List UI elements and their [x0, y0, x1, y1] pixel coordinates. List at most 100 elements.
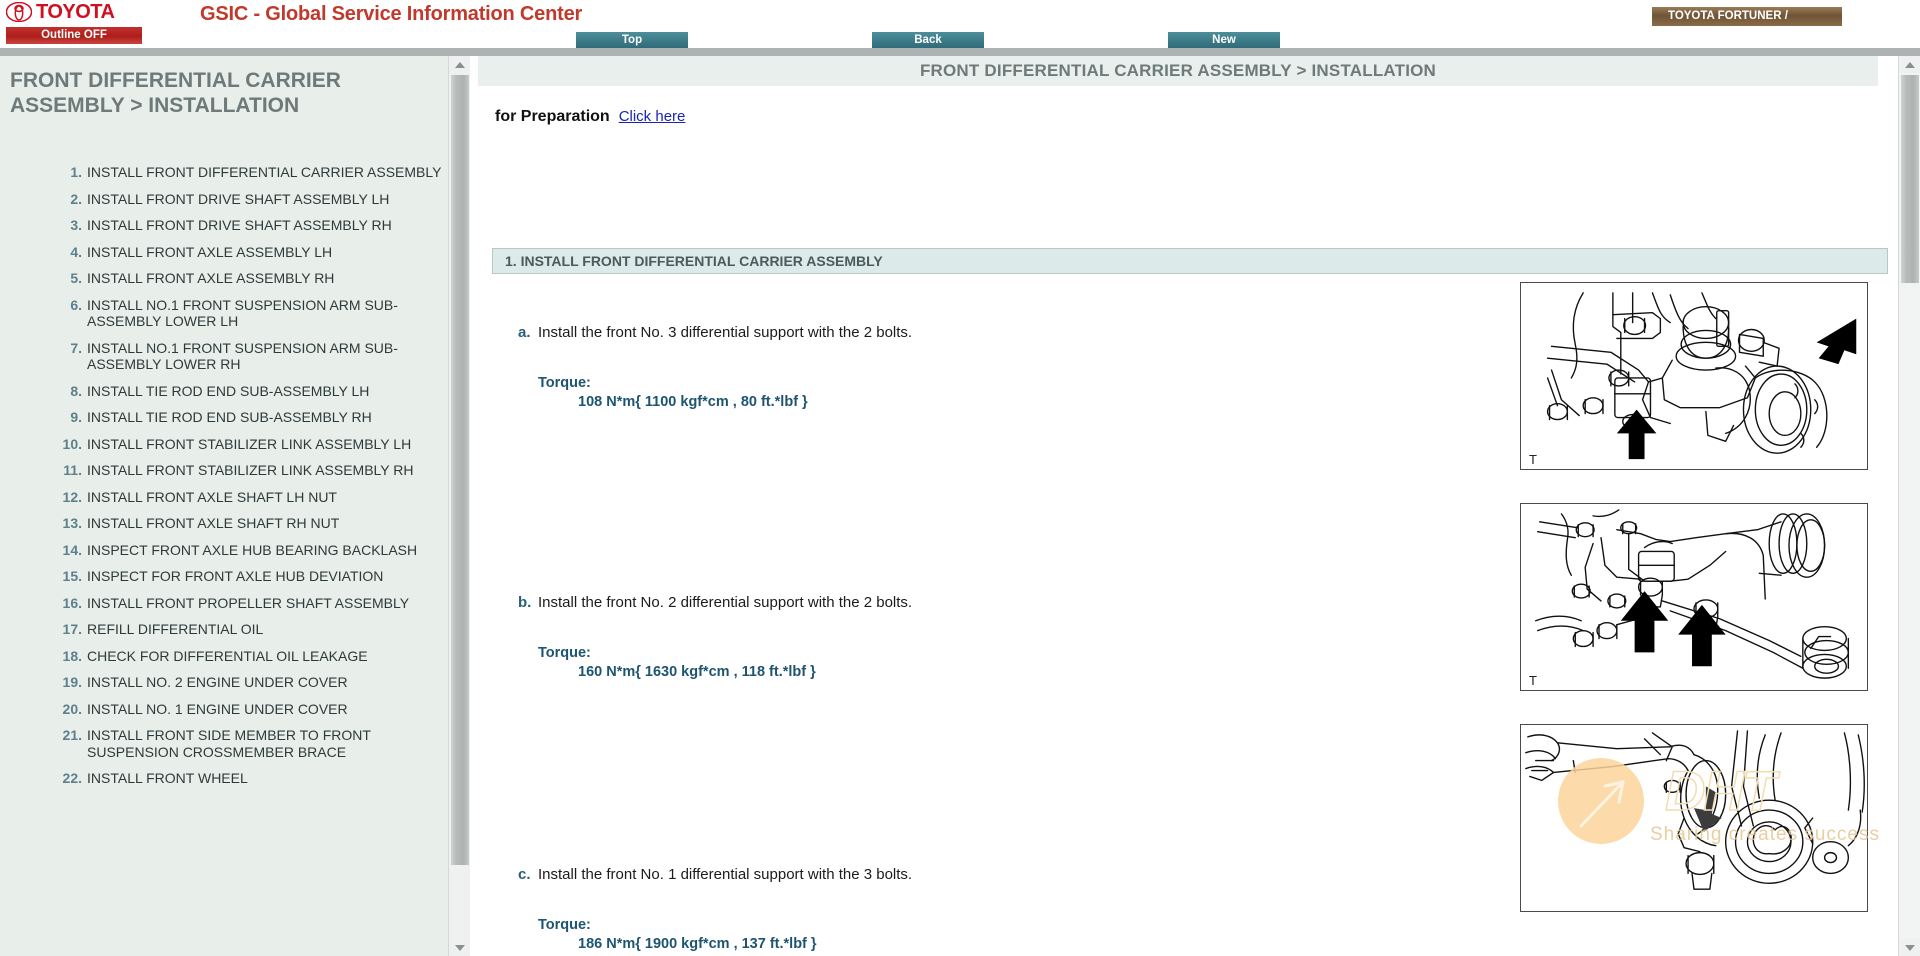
toyota-logo-icon: [6, 2, 32, 22]
sidebar-toc-list: 1. INSTALL FRONT DIFFERENTIAL CARRIER ASS…: [0, 164, 460, 797]
sidebar: FRONT DIFFERENTIAL CARRIER ASSEMBLY > IN…: [0, 56, 470, 956]
sidebar-scroll-up-icon[interactable]: [449, 56, 471, 73]
figure-tag: T: [1529, 452, 1537, 467]
nav-top-button[interactable]: Top: [576, 32, 688, 48]
sidebar-item-2[interactable]: 2. INSTALL FRONT DRIVE SHAFT ASSEMBLY LH: [0, 191, 460, 208]
sidebar-item-number: 20.: [62, 700, 82, 717]
sidebar-item-1[interactable]: 1. INSTALL FRONT DIFFERENTIAL CARRIER ASS…: [0, 164, 460, 181]
figure-differential-support-no2: T: [1520, 503, 1868, 691]
figure-differential-support-no1: [1520, 724, 1868, 912]
sidebar-item-label[interactable]: INSTALL TIE ROD END SUB-ASSEMBLY LH: [87, 383, 369, 400]
sidebar-item-22[interactable]: 22. INSTALL FRONT WHEEL: [0, 770, 460, 787]
sidebar-item-18[interactable]: 18. CHECK FOR DIFFERENTIAL OIL LEAKAGE: [0, 648, 460, 665]
sidebar-item-label[interactable]: INSTALL FRONT STABILIZER LINK ASSEMBLY R…: [87, 462, 414, 479]
sidebar-item-label[interactable]: INSTALL FRONT DIFFERENTIAL CARRIER ASSEM…: [87, 164, 441, 181]
torque-value: 186 N*m{ 1900 kgf*cm , 137 ft.*lbf }: [578, 936, 817, 952]
top-bar: TOYOTA Outline OFF GSIC - Global Service…: [0, 0, 1920, 48]
main-content: FRONT DIFFERENTIAL CARRIER ASSEMBLY > IN…: [470, 56, 1920, 956]
sidebar-item-label[interactable]: CHECK FOR DIFFERENTIAL OIL LEAKAGE: [87, 648, 368, 665]
header-divider: [0, 48, 1920, 56]
sidebar-item-number: 1.: [70, 164, 82, 180]
sidebar-item-label[interactable]: INSTALL NO. 2 ENGINE UNDER COVER: [87, 674, 348, 691]
step-letter: a.: [518, 324, 531, 341]
sidebar-item-label[interactable]: INSPECT FRONT AXLE HUB BEARING BACKLASH: [87, 542, 417, 559]
sidebar-scrollbar[interactable]: [448, 56, 471, 956]
sidebar-item-4[interactable]: 4. INSTALL FRONT AXLE ASSEMBLY LH: [0, 244, 460, 261]
sidebar-item-number: 18.: [62, 647, 82, 664]
sidebar-item-15[interactable]: 15. INSPECT FOR FRONT AXLE HUB DEVIATION: [0, 568, 460, 585]
sidebar-item-13[interactable]: 13. INSTALL FRONT AXLE SHAFT RH NUT: [0, 515, 460, 532]
sidebar-item-label[interactable]: INSTALL FRONT AXLE SHAFT LH NUT: [87, 489, 337, 506]
sidebar-item-number: 13.: [62, 515, 82, 531]
sidebar-item-14[interactable]: 14. INSPECT FRONT AXLE HUB BEARING BACKLA…: [0, 542, 460, 559]
step-letter: c.: [518, 866, 531, 883]
sidebar-item-20[interactable]: 20. INSTALL NO. 1 ENGINE UNDER COVER: [0, 701, 460, 718]
sidebar-item-number: 8.: [70, 382, 82, 399]
main-scroll-down-icon[interactable]: [1899, 939, 1920, 956]
sidebar-item-5[interactable]: 5. INSTALL FRONT AXLE ASSEMBLY RH: [0, 270, 460, 287]
sidebar-item-number: 4.: [70, 243, 82, 260]
page-title: FRONT DIFFERENTIAL CARRIER ASSEMBLY > IN…: [478, 56, 1878, 86]
sidebar-item-7[interactable]: 7. INSTALL NO.1 FRONT SUSPENSION ARM SUB-…: [0, 340, 460, 373]
sidebar-item-17[interactable]: 17. REFILL DIFFERENTIAL OIL: [0, 621, 460, 638]
outline-toggle-button[interactable]: Outline OFF: [6, 27, 142, 44]
torque-value: 160 N*m{ 1630 kgf*cm , 118 ft.*lbf }: [578, 664, 816, 680]
sidebar-item-label[interactable]: INSTALL TIE ROD END SUB-ASSEMBLY RH: [87, 409, 372, 426]
technical-diagram-1: [1546, 292, 1857, 460]
sidebar-item-label[interactable]: REFILL DIFFERENTIAL OIL: [87, 621, 263, 638]
main-scroll-up-icon[interactable]: [1899, 56, 1920, 73]
nav-new-button[interactable]: New: [1168, 32, 1280, 48]
sidebar-item-label[interactable]: INSTALL FRONT STABILIZER LINK ASSEMBLY L…: [87, 436, 411, 453]
figure-tag: T: [1529, 673, 1537, 688]
step-text: Install the front No. 3 differential sup…: [538, 324, 913, 341]
sidebar-item-label[interactable]: INSTALL FRONT DRIVE SHAFT ASSEMBLY RH: [87, 217, 392, 234]
sidebar-item-16[interactable]: 16. INSTALL FRONT PROPELLER SHAFT ASSEMBL…: [0, 595, 460, 612]
sidebar-item-10[interactable]: 10. INSTALL FRONT STABILIZER LINK ASSEMBL…: [0, 436, 460, 453]
sidebar-item-12[interactable]: 12. INSTALL FRONT AXLE SHAFT LH NUT: [0, 489, 460, 506]
sidebar-item-number: 11.: [63, 462, 82, 478]
preparation-label: for Preparation: [495, 108, 610, 125]
sidebar-item-number: 9.: [70, 409, 82, 425]
sidebar-item-label[interactable]: INSTALL NO.1 FRONT SUSPENSION ARM SUB-AS…: [87, 340, 450, 373]
sidebar-item-label[interactable]: INSTALL FRONT PROPELLER SHAFT ASSEMBLY: [87, 595, 409, 612]
torque-label: Torque:: [538, 917, 591, 933]
sidebar-item-number: 7.: [70, 339, 82, 356]
sidebar-item-6[interactable]: 6. INSTALL NO.1 FRONT SUSPENSION ARM SUB-…: [0, 297, 460, 330]
sidebar-item-8[interactable]: 8. INSTALL TIE ROD END SUB-ASSEMBLY LH: [0, 383, 460, 400]
torque-value: 108 N*m{ 1100 kgf*cm , 80 ft.*lbf }: [578, 394, 808, 410]
main-scroll-thumb[interactable]: [1901, 75, 1919, 283]
sidebar-item-number: 15.: [62, 568, 82, 584]
sidebar-item-11[interactable]: 11. INSTALL FRONT STABILIZER LINK ASSEMBL…: [0, 462, 460, 479]
sidebar-item-label[interactable]: INSTALL NO. 1 ENGINE UNDER COVER: [87, 701, 348, 718]
step-letter: b.: [518, 594, 532, 611]
figure-differential-support-no3: T: [1520, 282, 1868, 470]
sidebar-item-label[interactable]: INSPECT FOR FRONT AXLE HUB DEVIATION: [87, 568, 383, 585]
vehicle-badge[interactable]: TOYOTA FORTUNER /: [1652, 7, 1842, 26]
sidebar-item-number: 17.: [62, 621, 82, 637]
nav-back-button[interactable]: Back: [872, 32, 984, 48]
brand-logo: TOYOTA: [6, 1, 115, 23]
sidebar-item-19[interactable]: 19. INSTALL NO. 2 ENGINE UNDER COVER: [0, 674, 460, 691]
preparation-link[interactable]: Click here: [619, 108, 686, 125]
sidebar-item-9[interactable]: 9. INSTALL TIE ROD END SUB-ASSEMBLY RH: [0, 409, 460, 426]
sidebar-item-number: 5.: [70, 270, 82, 286]
app-title: GSIC - Global Service Information Center: [200, 3, 583, 25]
sidebar-item-label[interactable]: INSTALL FRONT AXLE ASSEMBLY RH: [87, 270, 334, 287]
sidebar-item-label[interactable]: INSTALL FRONT DRIVE SHAFT ASSEMBLY LH: [87, 191, 389, 208]
sidebar-item-3[interactable]: 3. INSTALL FRONT DRIVE SHAFT ASSEMBLY RH: [0, 217, 460, 234]
sidebar-item-label[interactable]: INSTALL FRONT AXLE SHAFT RH NUT: [87, 515, 339, 532]
main-scrollbar[interactable]: [1898, 56, 1920, 956]
technical-diagram-2: [1535, 509, 1850, 679]
sidebar-title: FRONT DIFFERENTIAL CARRIER ASSEMBLY > IN…: [10, 69, 341, 117]
torque-label: Torque:: [538, 375, 591, 391]
brand-wordmark: TOYOTA: [36, 1, 115, 23]
sidebar-item-label[interactable]: INSTALL NO.1 FRONT SUSPENSION ARM SUB-AS…: [87, 297, 450, 330]
sidebar-scroll-down-icon[interactable]: [449, 939, 471, 956]
sidebar-item-number: 2.: [70, 190, 82, 207]
sidebar-scroll-thumb[interactable]: [451, 75, 469, 865]
sidebar-item-number: 3.: [70, 217, 82, 233]
sidebar-item-21[interactable]: 21. INSTALL FRONT SIDE MEMBER TO FRONT SU…: [0, 727, 460, 760]
sidebar-item-label[interactable]: INSTALL FRONT WHEEL: [87, 770, 248, 787]
sidebar-item-label[interactable]: INSTALL FRONT SIDE MEMBER TO FRONT SUSPE…: [87, 727, 450, 760]
sidebar-item-label[interactable]: INSTALL FRONT AXLE ASSEMBLY LH: [87, 244, 332, 261]
